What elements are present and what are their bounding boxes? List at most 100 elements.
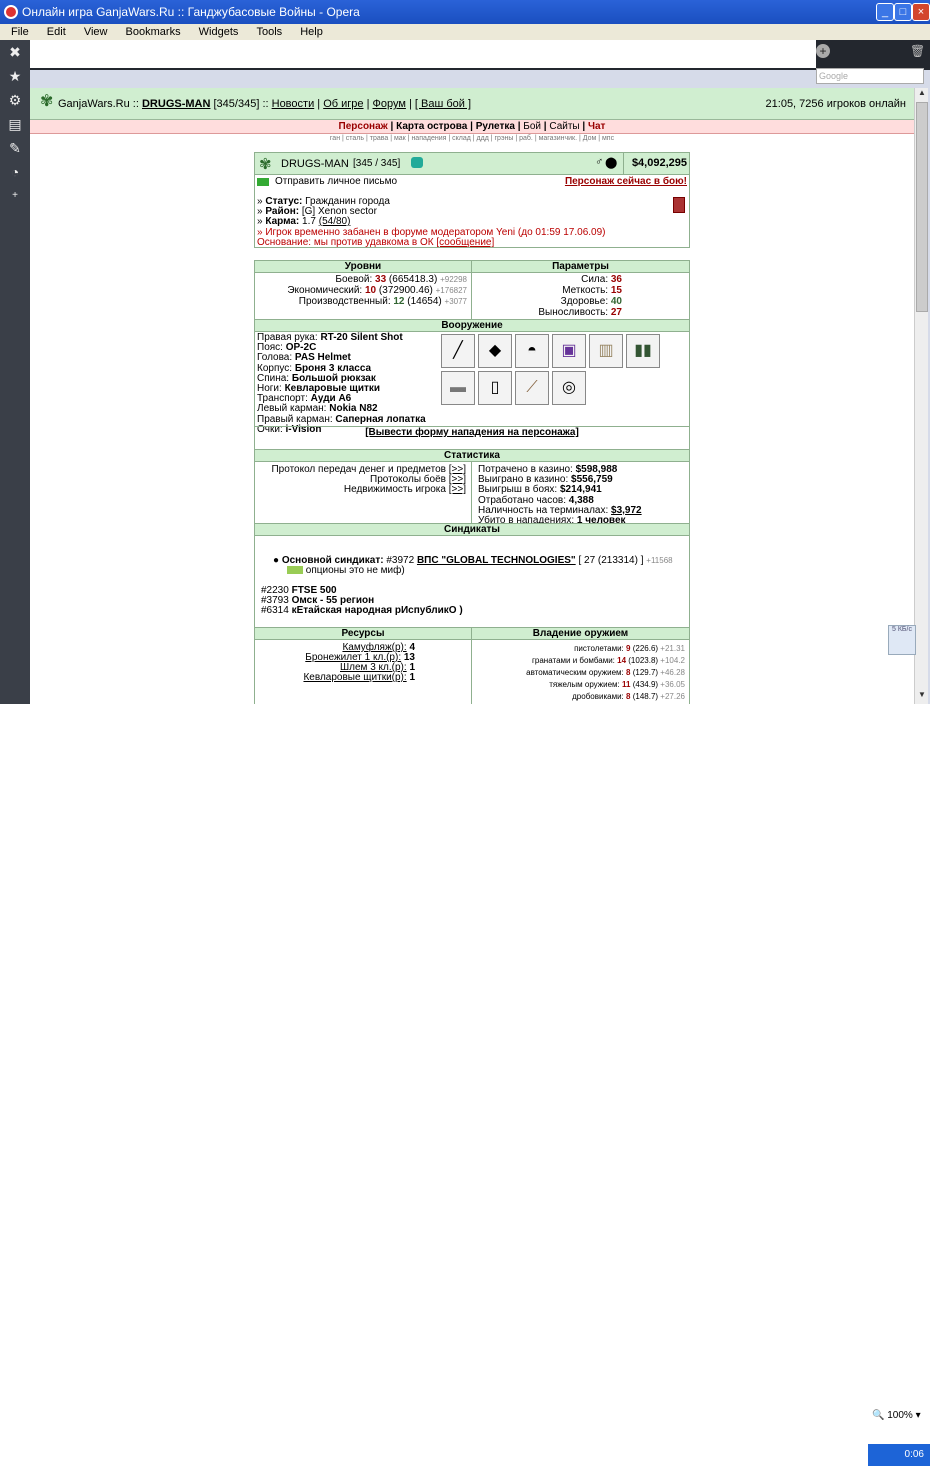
helmet-item-icon[interactable]: ◓ xyxy=(515,334,549,368)
syndicate-badge-icon xyxy=(287,566,303,575)
tray-clock: 0:06 xyxy=(904,1449,924,1460)
zoom-control[interactable]: 🔍 100% ▾ xyxy=(872,1410,921,1421)
maximize-button[interactable]: □ xyxy=(894,3,912,21)
karma-row: » Карма: 1.7 (54/80) xyxy=(257,216,351,227)
history-clock-icon[interactable]: ◔ xyxy=(7,164,23,180)
nav-roulette[interactable]: Рулетка xyxy=(476,121,515,132)
server-clock: 21:05, 7256 игроков онлайн xyxy=(765,98,906,110)
params-header: Параметры xyxy=(472,261,689,273)
menu-tools[interactable]: Tools xyxy=(256,26,282,38)
menu-bar: File Edit View Bookmarks Widgets Tools H… xyxy=(0,24,930,40)
browser-window: Онлайн игра GanjaWars.Ru :: Ганджубасовы… xyxy=(0,0,930,1466)
side-panel: ✖ ★ ⚙ ▤ ✎ ◔ + xyxy=(0,40,30,704)
nav-battle[interactable]: Бой xyxy=(523,121,541,132)
web-page: ✾ GanjaWars.Ru :: DRUGS-MAN [345/345] ::… xyxy=(30,88,914,704)
mastery-row: гранатами и бомбами: 14 (1023.8) +104.2 xyxy=(531,656,685,665)
resources-header: Ресурсы xyxy=(255,628,471,640)
your-fight-link[interactable]: [ Ваш бой ] xyxy=(415,98,471,110)
stats-box: Уровни Боевой: 33 (665418.3) +92298 Экон… xyxy=(254,260,690,704)
add-panel-icon[interactable]: + xyxy=(7,188,23,204)
mail-icon xyxy=(257,178,269,186)
menu-edit[interactable]: Edit xyxy=(47,26,66,38)
status-bar: 🔍 100% ▾ xyxy=(0,704,930,1421)
level-combat: Боевой: 33 (665418.3) +92298 xyxy=(335,274,467,285)
menu-file[interactable]: File xyxy=(11,26,29,38)
syndicate-row: #6314 кЕтайская народная рИспубликО ) xyxy=(261,605,463,616)
param-strength: Сила: 36 xyxy=(581,274,622,285)
header-links: GanjaWars.Ru :: DRUGS-MAN [345/345] :: Н… xyxy=(58,98,472,110)
nav-chat[interactable]: Чат xyxy=(588,121,606,132)
news-link[interactable]: Новости xyxy=(272,98,315,110)
about-link[interactable]: Об игре xyxy=(323,98,363,110)
mastery-row: дробовиками: 8 (148.7) +27.26 xyxy=(572,692,685,701)
new-tab-button[interactable]: + xyxy=(816,44,830,58)
armor-item-icon[interactable]: ▣ xyxy=(552,334,586,368)
nav-sites[interactable]: Сайты xyxy=(549,121,579,132)
grenade-item-icon[interactable]: ◆ xyxy=(478,334,512,368)
menu-widgets[interactable]: Widgets xyxy=(199,26,239,38)
address-area[interactable] xyxy=(30,40,816,68)
bookmarks-star-icon[interactable]: ★ xyxy=(7,68,23,84)
site-header: ✾ GanjaWars.Ru :: DRUGS-MAN [345/345] ::… xyxy=(30,88,914,120)
player-hp: [345/345] xyxy=(213,98,260,110)
minimize-button[interactable]: _ xyxy=(876,3,894,21)
title-bar: Онлайн игра GanjaWars.Ru :: Ганджубасовы… xyxy=(0,0,930,24)
syndicates-header: Синдикаты xyxy=(255,524,689,536)
levels-header: Уровни xyxy=(255,261,471,273)
tools-icon[interactable]: ✖ xyxy=(7,44,23,60)
scroll-up-arrow[interactable]: ▲ xyxy=(916,88,928,100)
profile-money: $4,092,295 xyxy=(631,157,687,169)
menu-help[interactable]: Help xyxy=(300,26,323,38)
forum-link[interactable]: Форум xyxy=(373,98,406,110)
profile-box: ✾ DRUGS-MAN [345 / 345] ♂ ⬤ $4,092,295 О… xyxy=(254,152,690,248)
opera-icon xyxy=(4,5,18,19)
window-title: Онлайн игра GanjaWars.Ru :: Ганджубасовы… xyxy=(22,5,360,19)
equipment-list: Правая рука: RT-20 Silent Shot Пояс: OP-… xyxy=(257,332,426,435)
nav-character[interactable]: Персонаж xyxy=(339,121,388,132)
mastery-row: автоматическим оружием: 8 (129.7) +46.28 xyxy=(526,668,685,677)
nav-map[interactable]: Карта острова xyxy=(396,121,467,132)
main-nav: Персонаж | Карта острова | Рулетка | Бой… xyxy=(30,120,914,134)
scroll-down-arrow[interactable]: ▼ xyxy=(916,690,928,702)
weapons-header: Вооружение xyxy=(255,320,689,332)
param-endurance: Выносливость: 27 xyxy=(538,307,622,318)
chat-icon[interactable]: ▤ xyxy=(7,116,23,132)
taskbar: 0:06 xyxy=(0,722,930,1466)
trash-icon[interactable]: 🗑 xyxy=(910,44,925,58)
rifle-item-icon[interactable]: ╱ xyxy=(441,334,475,368)
mastery-row: тяжелым оружием: 11 (434.9) +36.05 xyxy=(549,680,685,689)
ban-reason: Основание: мы против удавкома в ОК [сооб… xyxy=(257,237,495,248)
param-accuracy: Меткость: 15 xyxy=(562,285,622,296)
shovel-item-icon[interactable]: ⟋ xyxy=(515,371,549,405)
kevlar-legs-item-icon[interactable]: ▮▮ xyxy=(626,334,660,368)
property-row: Недвижимость игрока [>>] xyxy=(343,484,466,495)
cannabis-leaf-icon: ✾ xyxy=(40,93,54,110)
attack-form-link[interactable]: [Вывести форму нападения на персонажа] xyxy=(255,426,689,438)
search-input[interactable]: Google xyxy=(816,68,924,84)
in-battle-link[interactable]: Персонаж сейчас в бою! xyxy=(565,176,687,187)
close-button[interactable]: × xyxy=(912,3,930,21)
send-message-link[interactable]: Отправить личное письмо xyxy=(275,176,397,187)
menu-view[interactable]: View xyxy=(84,26,108,38)
phone-item-icon[interactable]: ▯ xyxy=(478,371,512,405)
goggles-item-icon[interactable]: ◎ xyxy=(552,371,586,405)
profile-name: DRUGS-MAN xyxy=(281,158,349,170)
sub-nav[interactable]: ган | сталь | трава | мак | нападения | … xyxy=(30,134,914,144)
speed-widget: 5 КБ/с xyxy=(888,625,916,655)
mastery-row: пистолетами: 9 (226.6) +21.31 xyxy=(574,644,685,653)
scroll-thumb[interactable] xyxy=(916,102,928,312)
passport-icon xyxy=(673,197,685,213)
online-status-icon xyxy=(411,157,423,168)
menu-bookmarks[interactable]: Bookmarks xyxy=(126,26,181,38)
settings-gear-icon[interactable]: ⚙ xyxy=(7,92,23,108)
notes-icon[interactable]: ✎ xyxy=(7,140,23,156)
profile-hp: [345 / 345] xyxy=(353,158,401,169)
sex-icon: ♂ xyxy=(595,156,604,168)
backpack-item-icon[interactable]: ▥ xyxy=(589,334,623,368)
site-name[interactable]: GanjaWars.Ru xyxy=(58,98,130,110)
level-economic: Экономический: 10 (372900.46) +176827 xyxy=(287,285,467,296)
car-item-icon[interactable]: ▬ xyxy=(441,371,475,405)
player-link[interactable]: DRUGS-MAN xyxy=(142,98,210,110)
page-scrollbar[interactable]: ▲ ▼ xyxy=(914,88,928,704)
param-health: Здоровье: 40 xyxy=(560,296,622,307)
